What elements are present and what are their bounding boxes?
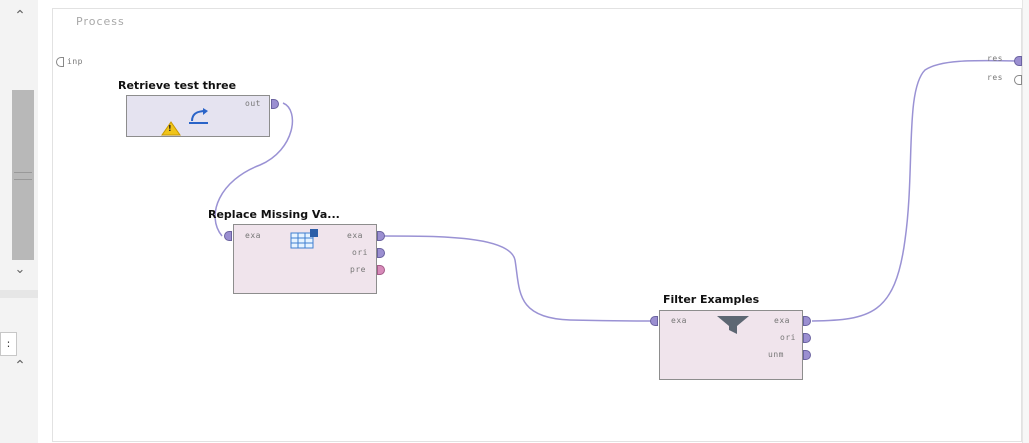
filter-in-label: exa [671,316,687,325]
filter-funnel-icon [717,316,749,334]
replace-out-label-3: pre [350,265,366,274]
process-input-label: inp [67,57,83,66]
retrieve-operator-title: Retrieve test three [118,79,237,92]
retrieve-icon [189,108,208,124]
connections [214,59,1018,322]
process-input-port[interactable] [56,57,64,67]
retrieve-out-label: out [245,99,261,108]
filter-operator-title: Filter Examples [663,293,760,306]
replace-out-label-1: exa [347,231,363,240]
filter-out-label-3: unm [768,350,784,359]
filter-in-port[interactable] [650,316,658,326]
replace-out-label-2: ori [352,248,368,257]
replace-in-port[interactable] [224,231,232,241]
process-output-label-2: res [987,73,1003,82]
replace-in-label: exa [245,231,261,240]
process-output-port-2[interactable] [1014,75,1022,85]
process-output-label-1: res [987,54,1003,63]
wire-filter-to-res [811,59,1018,322]
warning-mark: ! [168,124,172,133]
filter-out-label-2: ori [780,333,796,342]
filter-out-label-1: exa [774,316,790,325]
wire-replace-to-filter [382,235,653,322]
process-output-port-1[interactable] [1014,56,1022,66]
replace-operator-title: Replace Missing Va... [208,208,340,221]
table-icon [290,229,318,249]
